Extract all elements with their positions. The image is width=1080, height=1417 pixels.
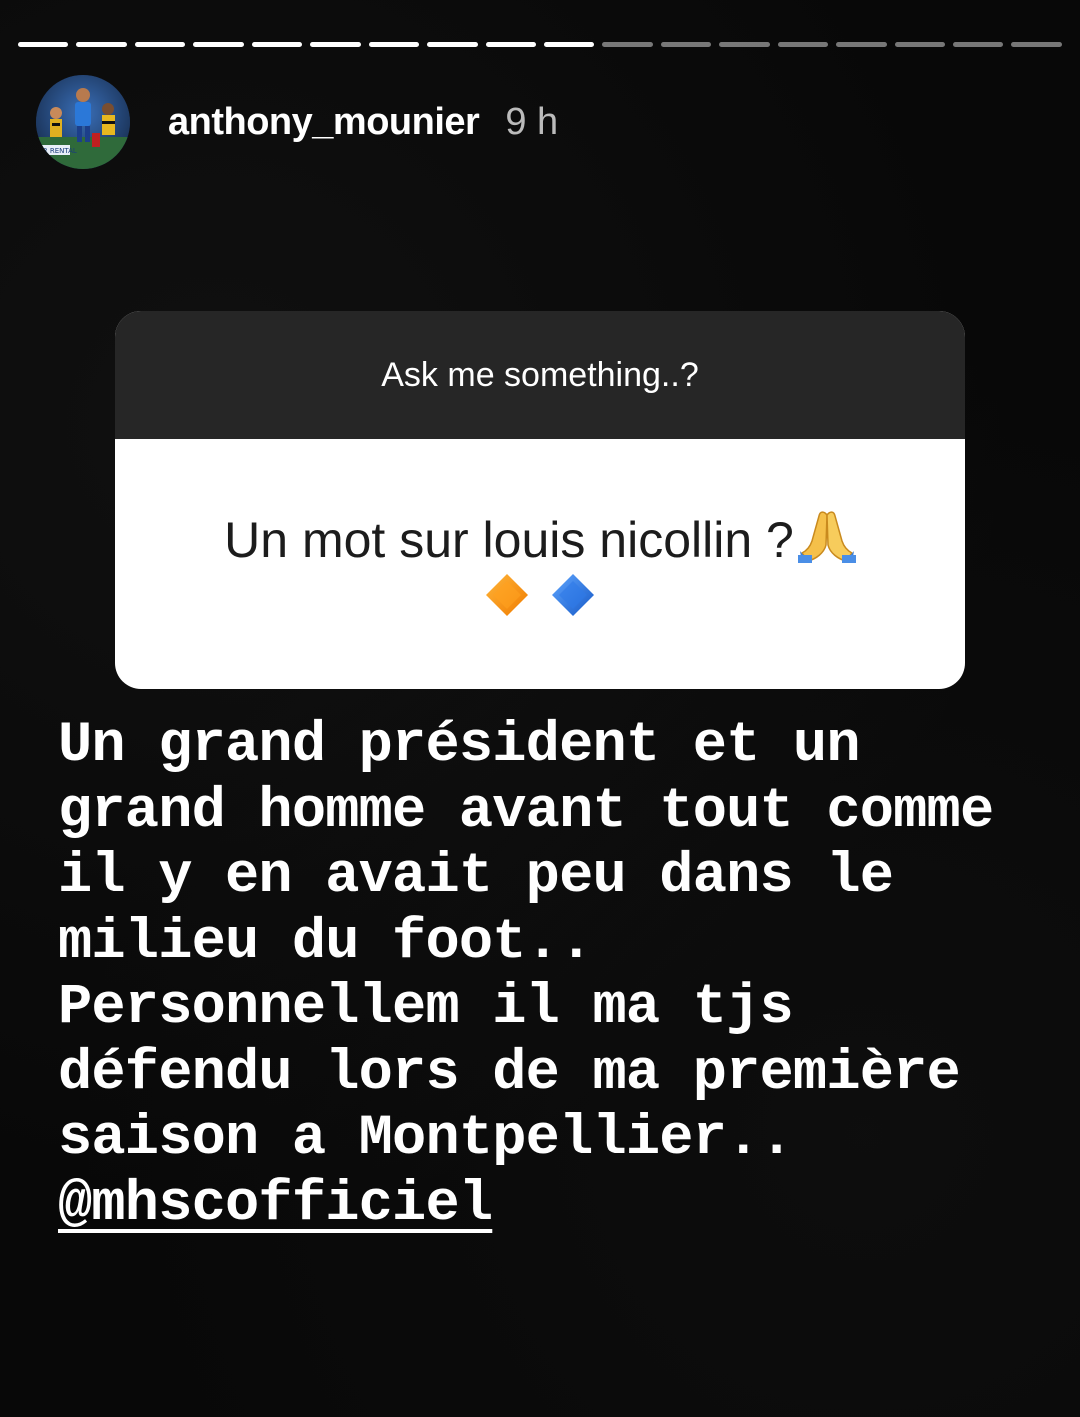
answer-line: défendu lors de ma première <box>58 1041 961 1106</box>
instagram-story[interactable]: AR RENTAL anthony_mounier 9 h Ask me som… <box>0 0 1080 1417</box>
question-line: Un mot sur louis nicollin ? <box>115 507 965 575</box>
progress-segment <box>894 42 945 47</box>
answer-line: grand homme avant tout comme <box>58 779 994 844</box>
diamond-emojis <box>115 573 965 617</box>
avatar[interactable]: AR RENTAL <box>36 75 130 169</box>
progress-segment <box>660 42 712 47</box>
progress-segment <box>602 42 653 47</box>
question-body: Un mot sur louis nicollin ? <box>115 439 965 689</box>
progress-segment <box>543 42 595 47</box>
question-sticker[interactable]: Ask me something..? Un mot sur louis nic… <box>115 311 965 689</box>
time-ago: 9 h <box>505 100 559 143</box>
mention-link[interactable]: @mhscofficiel <box>58 1173 493 1237</box>
answer-line: il y en avait peu dans le <box>58 845 894 909</box>
progress-segment <box>836 42 887 47</box>
question-text: Un mot sur louis nicollin ? <box>224 512 794 568</box>
progress-segment <box>777 42 829 47</box>
folded-hands-icon <box>797 507 856 575</box>
blue-diamond-icon <box>552 574 594 616</box>
story-progress-bar <box>18 42 1062 48</box>
progress-segment <box>1011 42 1062 47</box>
progress-segment <box>427 42 478 47</box>
profile-photo-icon: AR RENTAL <box>36 75 130 169</box>
progress-segment <box>719 42 770 47</box>
answer-text: Un grand président et un grand homme ava… <box>58 714 1058 1238</box>
answer-line: Personnellem il ma tjs <box>58 976 794 1040</box>
answer-line: saison a Montpellier.. <box>58 1107 794 1171</box>
progress-segment <box>485 42 536 47</box>
progress-segment <box>368 42 420 47</box>
answer-line: milieu du foot.. <box>58 910 593 975</box>
progress-segment <box>76 42 127 47</box>
progress-segment <box>134 42 186 47</box>
username[interactable]: anthony_mounier <box>168 101 480 144</box>
answer-line: Un grand président et un <box>58 714 861 778</box>
progress-segment <box>310 42 361 47</box>
question-prompt: Ask me something..? <box>115 311 965 439</box>
progress-segment <box>193 42 244 47</box>
progress-segment <box>18 42 69 47</box>
progress-segment <box>953 42 1004 47</box>
story-header: AR RENTAL anthony_mounier 9 h <box>36 74 558 170</box>
svg-text:AR RENTAL: AR RENTAL <box>38 147 77 155</box>
progress-segment <box>251 42 303 47</box>
orange-diamond-icon <box>486 574 528 616</box>
